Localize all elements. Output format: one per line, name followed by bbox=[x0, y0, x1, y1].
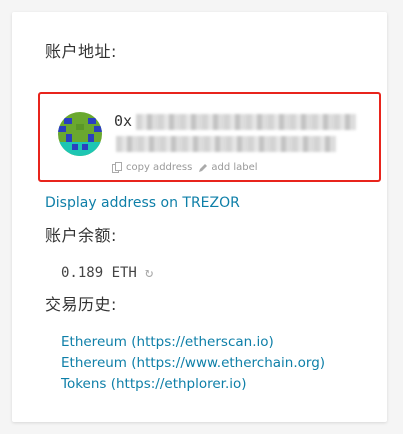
history-link-etherchain[interactable]: Ethereum (https://www.etherchain.org) bbox=[61, 355, 325, 371]
history-link-ethplorer[interactable]: Tokens (https://ethplorer.io) bbox=[61, 376, 247, 392]
address-section-title: 账户地址: bbox=[45, 42, 117, 61]
copy-icon bbox=[112, 162, 122, 173]
address-box: 0x copy address add label bbox=[38, 92, 381, 182]
display-on-trezor-link[interactable]: Display address on TREZOR bbox=[45, 195, 240, 211]
copy-address-label: copy address bbox=[126, 162, 193, 173]
address-obscured-line-2 bbox=[116, 136, 336, 152]
address-value: 0x bbox=[114, 112, 133, 130]
history-link-etherscan[interactable]: Ethereum (https://etherscan.io) bbox=[61, 334, 274, 350]
balance-value: 0.189 ETH bbox=[61, 265, 137, 281]
add-label-action[interactable]: add label bbox=[198, 162, 258, 173]
copy-address-action[interactable]: copy address bbox=[112, 162, 192, 173]
list-item: Tokens (https://ethplorer.io) bbox=[61, 374, 325, 395]
balance-section-title: 账户余额: bbox=[45, 226, 117, 245]
list-item: Ethereum (https://etherscan.io) bbox=[61, 332, 325, 353]
history-section-title: 交易历史: bbox=[45, 295, 117, 314]
list-item: Ethereum (https://www.etherchain.org) bbox=[61, 353, 325, 374]
pencil-icon bbox=[199, 163, 208, 172]
refresh-icon[interactable]: ↻ bbox=[145, 265, 153, 281]
history-links: Ethereum (https://etherscan.io) Ethereum… bbox=[61, 332, 325, 395]
address-obscured-line-1 bbox=[136, 114, 356, 130]
account-card: 账户地址: 0x copy address add label Display … bbox=[12, 12, 387, 422]
add-label-text: add label bbox=[211, 162, 258, 173]
identicon-avatar bbox=[58, 112, 102, 156]
balance-row: 0.189 ETH ↻ bbox=[61, 265, 153, 281]
address-actions: copy address add label bbox=[112, 162, 258, 173]
